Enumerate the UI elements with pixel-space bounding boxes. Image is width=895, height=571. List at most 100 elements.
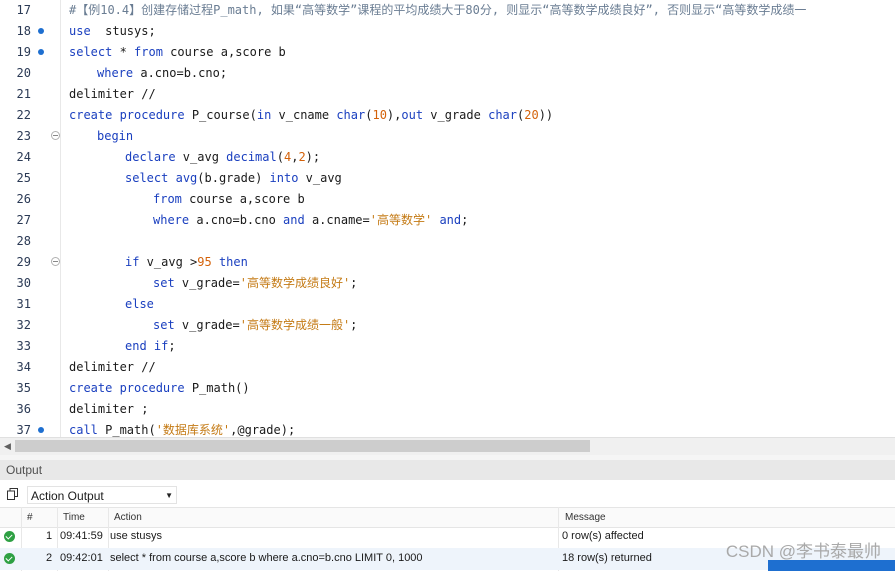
code-line[interactable]: 19 select * from course a,score b xyxy=(0,42,895,63)
code-line[interactable]: 29 if v_avg >95 then xyxy=(0,252,895,273)
code-token: a.cname= xyxy=(304,213,370,227)
code-token: a.cno=b.cno xyxy=(189,213,284,227)
code-token: char xyxy=(336,108,366,122)
code-text: where a.cno=b.cno and a.cname='高等数学' and… xyxy=(153,210,468,231)
code-line[interactable]: 30 set v_grade='高等数学成绩良好'; xyxy=(0,273,895,294)
code-line[interactable]: 32 set v_grade='高等数学成绩一般'; xyxy=(0,315,895,336)
code-token: '高等数学' xyxy=(369,213,433,227)
code-text: else xyxy=(125,294,154,315)
row-number: 2 xyxy=(46,552,53,564)
code-token: else xyxy=(125,297,154,311)
code-token: v_grade= xyxy=(174,318,240,332)
code-token: select xyxy=(125,171,169,185)
code-token: where xyxy=(97,66,134,80)
code-token: '数据库系统' xyxy=(155,423,231,437)
code-token: 2 xyxy=(298,150,306,164)
code-token: '高等数学成绩一般' xyxy=(239,318,351,332)
output-panel-header: Output xyxy=(0,460,895,480)
line-number: 28 xyxy=(16,234,31,248)
code-line[interactable]: 31 else xyxy=(0,294,895,315)
line-number: 20 xyxy=(16,66,31,80)
line-number: 18 xyxy=(16,24,31,38)
watermark: CSDN @李书泰最帅 xyxy=(725,542,881,561)
code-token: where xyxy=(153,213,190,227)
code-line[interactable]: 24 declare v_avg decimal(4,2); xyxy=(0,147,895,168)
column-header-time[interactable]: Time xyxy=(63,508,85,527)
line-number: 32 xyxy=(16,318,31,332)
code-token: ), xyxy=(386,108,402,122)
code-token: decimal xyxy=(226,150,277,164)
code-line[interactable]: 25 select avg(b.grade) into v_avg xyxy=(0,168,895,189)
code-token: )) xyxy=(538,108,554,122)
code-token: and xyxy=(439,213,462,227)
code-token: '高等数学成绩良好' xyxy=(239,276,351,290)
code-line[interactable]: 21 delimiter // xyxy=(0,84,895,105)
line-number: 35 xyxy=(16,381,31,395)
fold-toggle-icon[interactable] xyxy=(51,257,60,266)
output-title: Output xyxy=(6,463,43,477)
code-token: a.cno=b.cno; xyxy=(133,66,228,80)
scrollbar-thumb[interactable] xyxy=(15,440,590,452)
code-line[interactable]: 36 delimiter ; xyxy=(0,399,895,420)
code-text: set v_grade='高等数学成绩一般'; xyxy=(153,315,357,336)
column-header-message[interactable]: Message xyxy=(565,508,606,527)
code-token: into xyxy=(269,171,299,185)
line-number: 24 xyxy=(16,150,31,164)
code-token: v_avg > xyxy=(139,255,198,269)
code-text: from course a,score b xyxy=(153,189,305,210)
code-text: select * from course a,score b xyxy=(69,42,286,63)
line-number: 33 xyxy=(16,339,31,353)
code-token: end if xyxy=(125,339,169,353)
code-token: char xyxy=(488,108,517,122)
sql-editor[interactable]: 17 #【例10.4】创建存储过程P_math, 如果“高等数学”课程的平均成绩大… xyxy=(0,0,895,438)
code-line[interactable]: 27 where a.cno=b.cno and a.cname='高等数学' a… xyxy=(0,210,895,231)
statement-marker-icon xyxy=(38,427,44,433)
code-line[interactable]: 33 end if; xyxy=(0,336,895,357)
code-token: then xyxy=(218,255,248,269)
copy-icon[interactable] xyxy=(7,488,18,500)
code-text: where a.cno=b.cno; xyxy=(97,63,227,84)
code-line[interactable]: 18 use stusys; xyxy=(0,21,895,42)
code-line[interactable]: 17 #【例10.4】创建存储过程P_math, 如果“高等数学”课程的平均成绩大… xyxy=(0,0,895,21)
code-line[interactable]: 23 begin xyxy=(0,126,895,147)
line-number: 19 xyxy=(16,45,31,59)
code-token: v_grade= xyxy=(174,276,240,290)
code-line[interactable]: 34 delimiter // xyxy=(0,357,895,378)
code-token: 20 xyxy=(524,108,539,122)
code-line[interactable]: 35 create procedure P_math() xyxy=(0,378,895,399)
code-token: call xyxy=(69,423,98,437)
code-token: delimiter // xyxy=(69,360,156,374)
horizontal-scrollbar[interactable]: ◀ xyxy=(0,437,895,455)
output-toolbar: Action Output ▼ xyxy=(0,481,895,507)
line-number: 26 xyxy=(16,192,31,206)
code-token: ; xyxy=(168,339,176,353)
code-token: declare xyxy=(125,150,176,164)
code-text: delimiter // xyxy=(69,84,156,105)
code-token: P_math( xyxy=(97,423,156,437)
code-token: v_cname xyxy=(271,108,337,122)
fold-toggle-icon[interactable] xyxy=(51,131,60,140)
code-line[interactable]: 28 xyxy=(0,231,895,252)
scroll-left-icon[interactable]: ◀ xyxy=(1,439,14,454)
code-token: ( xyxy=(276,150,284,164)
code-token: ); xyxy=(305,150,321,164)
line-number: 22 xyxy=(16,108,31,122)
code-token: delimiter // xyxy=(69,87,156,101)
code-text: delimiter // xyxy=(69,357,156,378)
code-text: if v_avg >95 then xyxy=(125,252,248,273)
code-token: if xyxy=(125,255,140,269)
column-header-num[interactable]: # xyxy=(27,508,33,527)
column-header-action[interactable]: Action xyxy=(114,508,142,527)
line-number: 21 xyxy=(16,87,31,101)
code-token: P_course( xyxy=(184,108,257,122)
code-line[interactable]: 22 create procedure P_course(in v_cname c… xyxy=(0,105,895,126)
code-line[interactable]: 26 from course a,score b xyxy=(0,189,895,210)
line-number: 29 xyxy=(16,255,31,269)
code-line[interactable]: 37 call P_math('数据库系统',@grade); xyxy=(0,420,895,438)
chevron-down-icon: ▼ xyxy=(165,491,173,500)
code-token: ; xyxy=(350,276,358,290)
code-token: and xyxy=(283,213,305,227)
code-line[interactable]: 20 where a.cno=b.cno; xyxy=(0,63,895,84)
output-type-select[interactable]: Action Output ▼ xyxy=(27,486,177,504)
